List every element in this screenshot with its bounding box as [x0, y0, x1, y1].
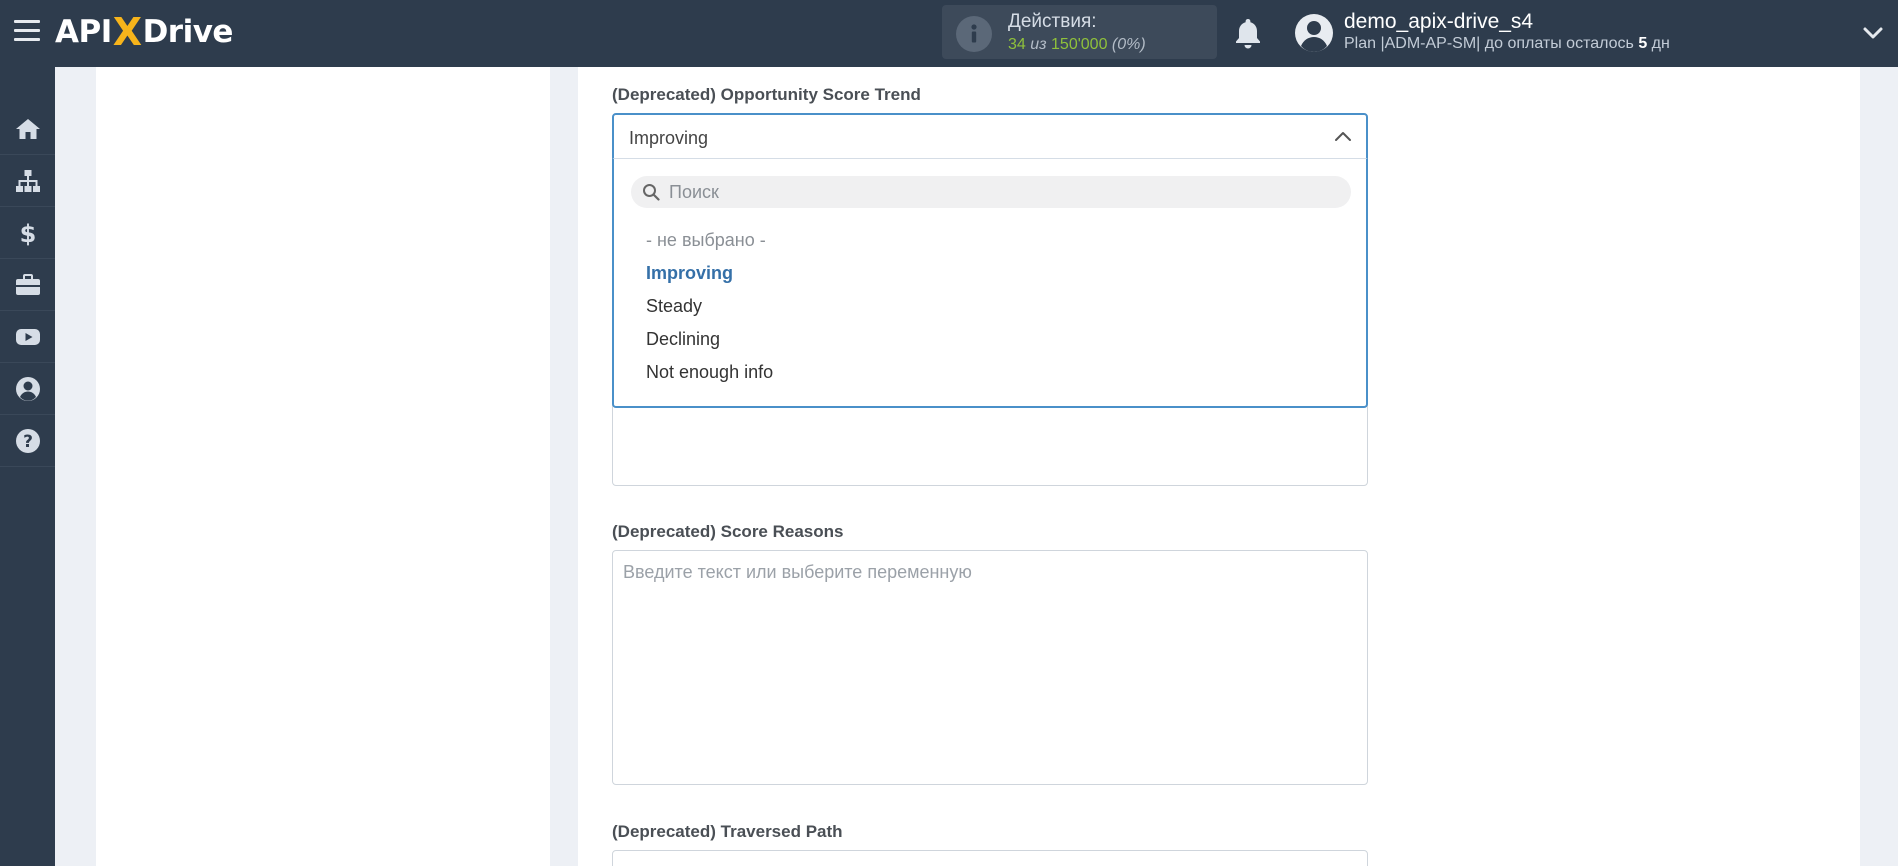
score-reasons-label: (Deprecated) Score Reasons [612, 522, 844, 541]
opportunity-trend-dropdown: - не выбрано - Improving Steady Declinin… [612, 158, 1368, 408]
top-bar: API X Drive Действия: 34 из 150'000 (0%) d… [0, 0, 1898, 67]
left-panel [96, 67, 550, 866]
sidebar: $ ? [0, 67, 55, 866]
chevron-up-icon[interactable] [1334, 129, 1352, 143]
user-name: demo_apix-drive_s4 [1344, 10, 1534, 33]
option-not-enough-info[interactable]: Not enough info [646, 362, 773, 383]
home-icon[interactable] [0, 103, 55, 155]
chevron-down-icon[interactable] [1862, 22, 1884, 44]
score-reasons-textarea[interactable]: Введите текст или выберите переменную [612, 550, 1368, 785]
hamburger-menu-icon[interactable] [14, 20, 40, 44]
option-not-selected[interactable]: - не выбрано - [646, 230, 766, 251]
search-input[interactable] [669, 181, 1329, 203]
option-steady[interactable]: Steady [646, 296, 702, 317]
briefcase-icon[interactable] [0, 259, 55, 311]
info-icon [956, 16, 992, 52]
sitemap-icon[interactable] [0, 155, 55, 207]
user-avatar-icon[interactable] [1294, 13, 1334, 53]
svg-text:$: $ [19, 220, 36, 247]
opportunity-trend-select[interactable]: Improving [612, 113, 1368, 160]
svg-text:?: ? [23, 432, 33, 452]
score-reasons-placeholder: Введите текст или выберите переменную [623, 562, 972, 582]
traversed-path-label: (Deprecated) Traversed Path [612, 822, 843, 841]
dollar-icon[interactable]: $ [0, 207, 55, 259]
select-current-value: Improving [629, 128, 709, 148]
youtube-icon[interactable] [0, 311, 55, 363]
bell-icon[interactable] [1232, 16, 1264, 50]
traversed-path-field[interactable] [612, 850, 1368, 866]
search-icon [642, 183, 660, 201]
opportunity-trend-label: (Deprecated) Opportunity Score Trend [612, 85, 921, 104]
apix-drive-logo[interactable]: API X Drive [55, 8, 233, 56]
hidden-field-behind-dropdown[interactable] [612, 398, 1368, 486]
help-icon[interactable]: ? [0, 415, 55, 467]
user-icon[interactable] [0, 363, 55, 415]
user-plan: Plan |ADM-AP-SM| до оплаты осталось 5 дн [1344, 35, 1670, 52]
option-improving[interactable]: Improving [646, 263, 733, 284]
actions-count: 34 из 150'000 (0%) [1008, 36, 1146, 53]
actions-counter[interactable]: Действия: 34 из 150'000 (0%) [942, 5, 1217, 59]
option-declining[interactable]: Declining [646, 329, 720, 350]
dropdown-search [631, 176, 1351, 208]
actions-title: Действия: [1008, 11, 1097, 32]
